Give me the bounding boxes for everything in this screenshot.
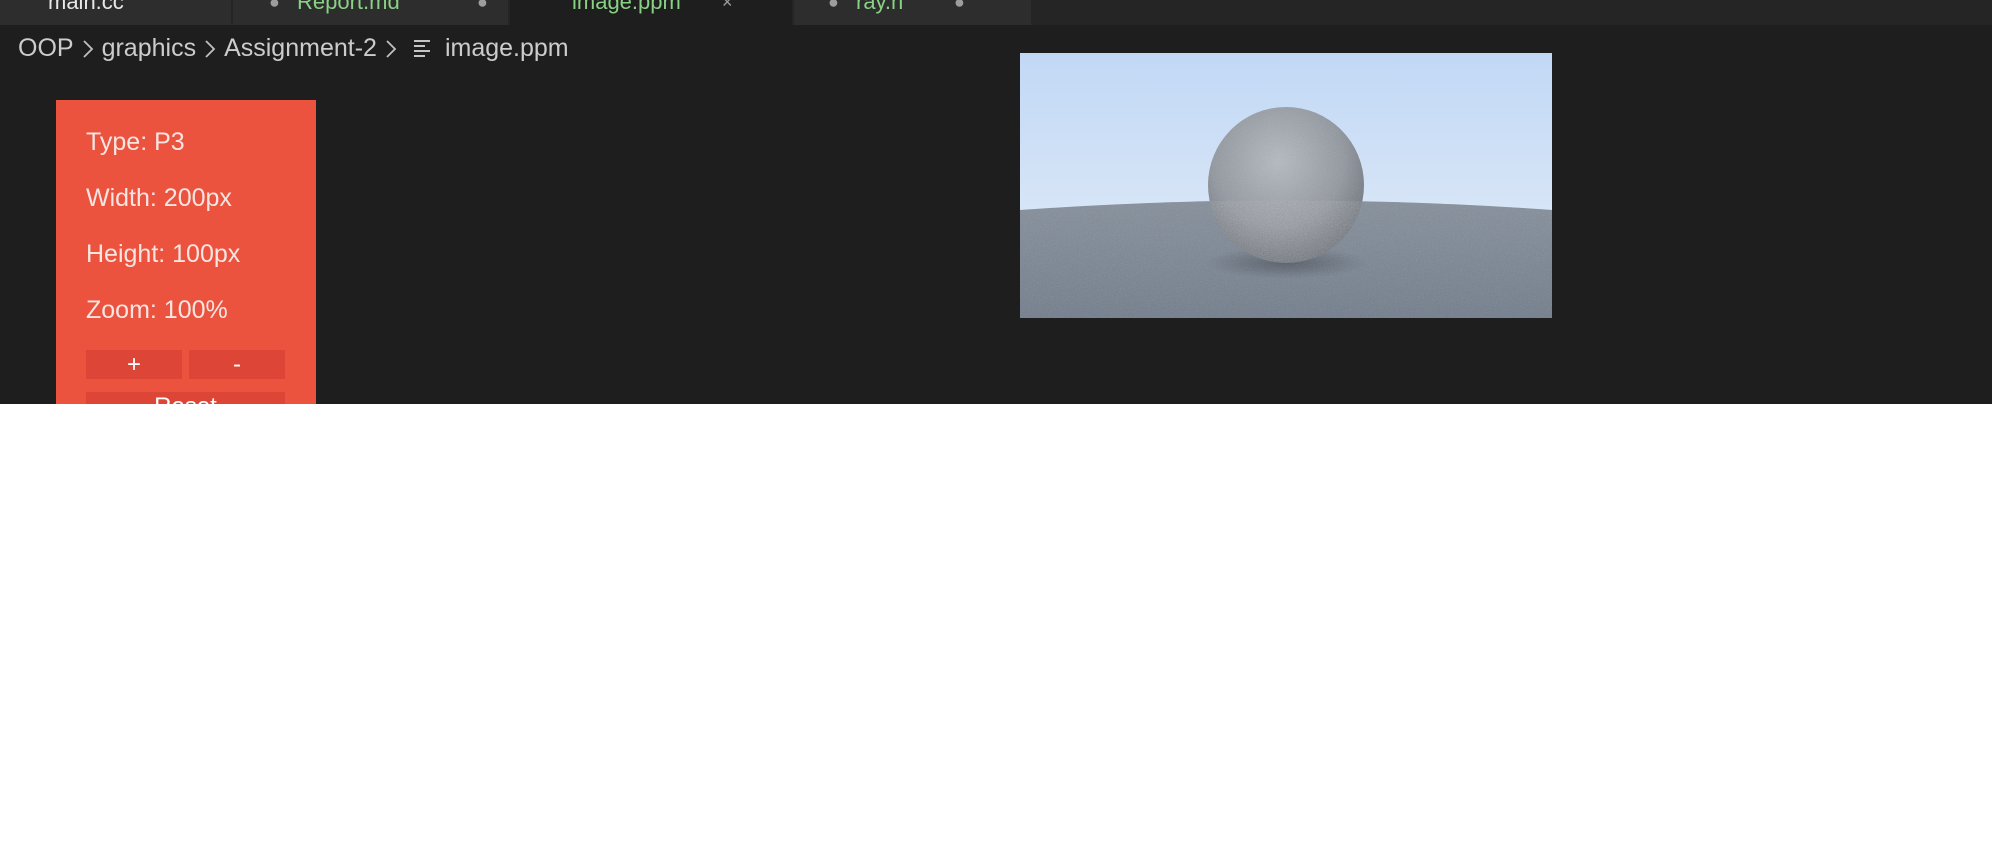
- tab-ray-h[interactable]: ● ray.h ●: [794, 0, 1032, 25]
- breadcrumb-item-assignment-2[interactable]: Assignment-2: [224, 34, 377, 63]
- breadcrumb-item-file[interactable]: image.ppm: [445, 34, 569, 63]
- modified-dot-icon: ●: [269, 0, 280, 12]
- breadcrumb: OOP graphics Assignment-2 image.ppm: [18, 32, 569, 64]
- breadcrumb-item-oop[interactable]: OOP: [18, 34, 74, 63]
- image-info-panel: Type: P3 Width: 200px Height: 100px Zoom…: [56, 100, 316, 404]
- tab-report-md[interactable]: ● Report.md ●: [233, 0, 509, 25]
- tab-main-cc[interactable]: main.cc: [0, 0, 232, 25]
- zoom-in-button[interactable]: +: [86, 350, 182, 379]
- chevron-right-icon: [74, 37, 102, 59]
- tab-close-icon[interactable]: ●: [477, 0, 488, 14]
- lines-icon: [413, 37, 433, 59]
- reset-zoom-button[interactable]: Reset: [86, 392, 285, 404]
- tab-close-icon[interactable]: ×: [722, 0, 733, 14]
- image-height-label: Height: 100px: [86, 240, 241, 268]
- editor-area: main.cc ● Report.md ● image.ppm × ● ray.…: [0, 0, 1992, 404]
- chevron-right-icon: [196, 37, 224, 59]
- ppm-image-preview: [1020, 53, 1552, 318]
- zoom-level-label: Zoom: 100%: [86, 296, 228, 324]
- image-type-label: Type: P3: [86, 128, 185, 156]
- chevron-right-icon: [377, 37, 405, 59]
- breadcrumb-item-graphics[interactable]: graphics: [102, 34, 197, 63]
- tab-label: image.ppm: [572, 0, 681, 14]
- tab-close-icon[interactable]: ●: [954, 0, 965, 14]
- tab-label: ray.h: [856, 0, 904, 14]
- modified-dot-icon: ●: [828, 0, 839, 12]
- tab-bar: main.cc ● Report.md ● image.ppm × ● ray.…: [0, 0, 1992, 25]
- zoom-out-button[interactable]: -: [189, 350, 285, 379]
- tab-label: Report.md: [297, 0, 400, 14]
- image-width-label: Width: 200px: [86, 184, 232, 212]
- tab-image-ppm[interactable]: image.ppm ×: [510, 0, 793, 25]
- tab-label: main.cc: [48, 0, 124, 14]
